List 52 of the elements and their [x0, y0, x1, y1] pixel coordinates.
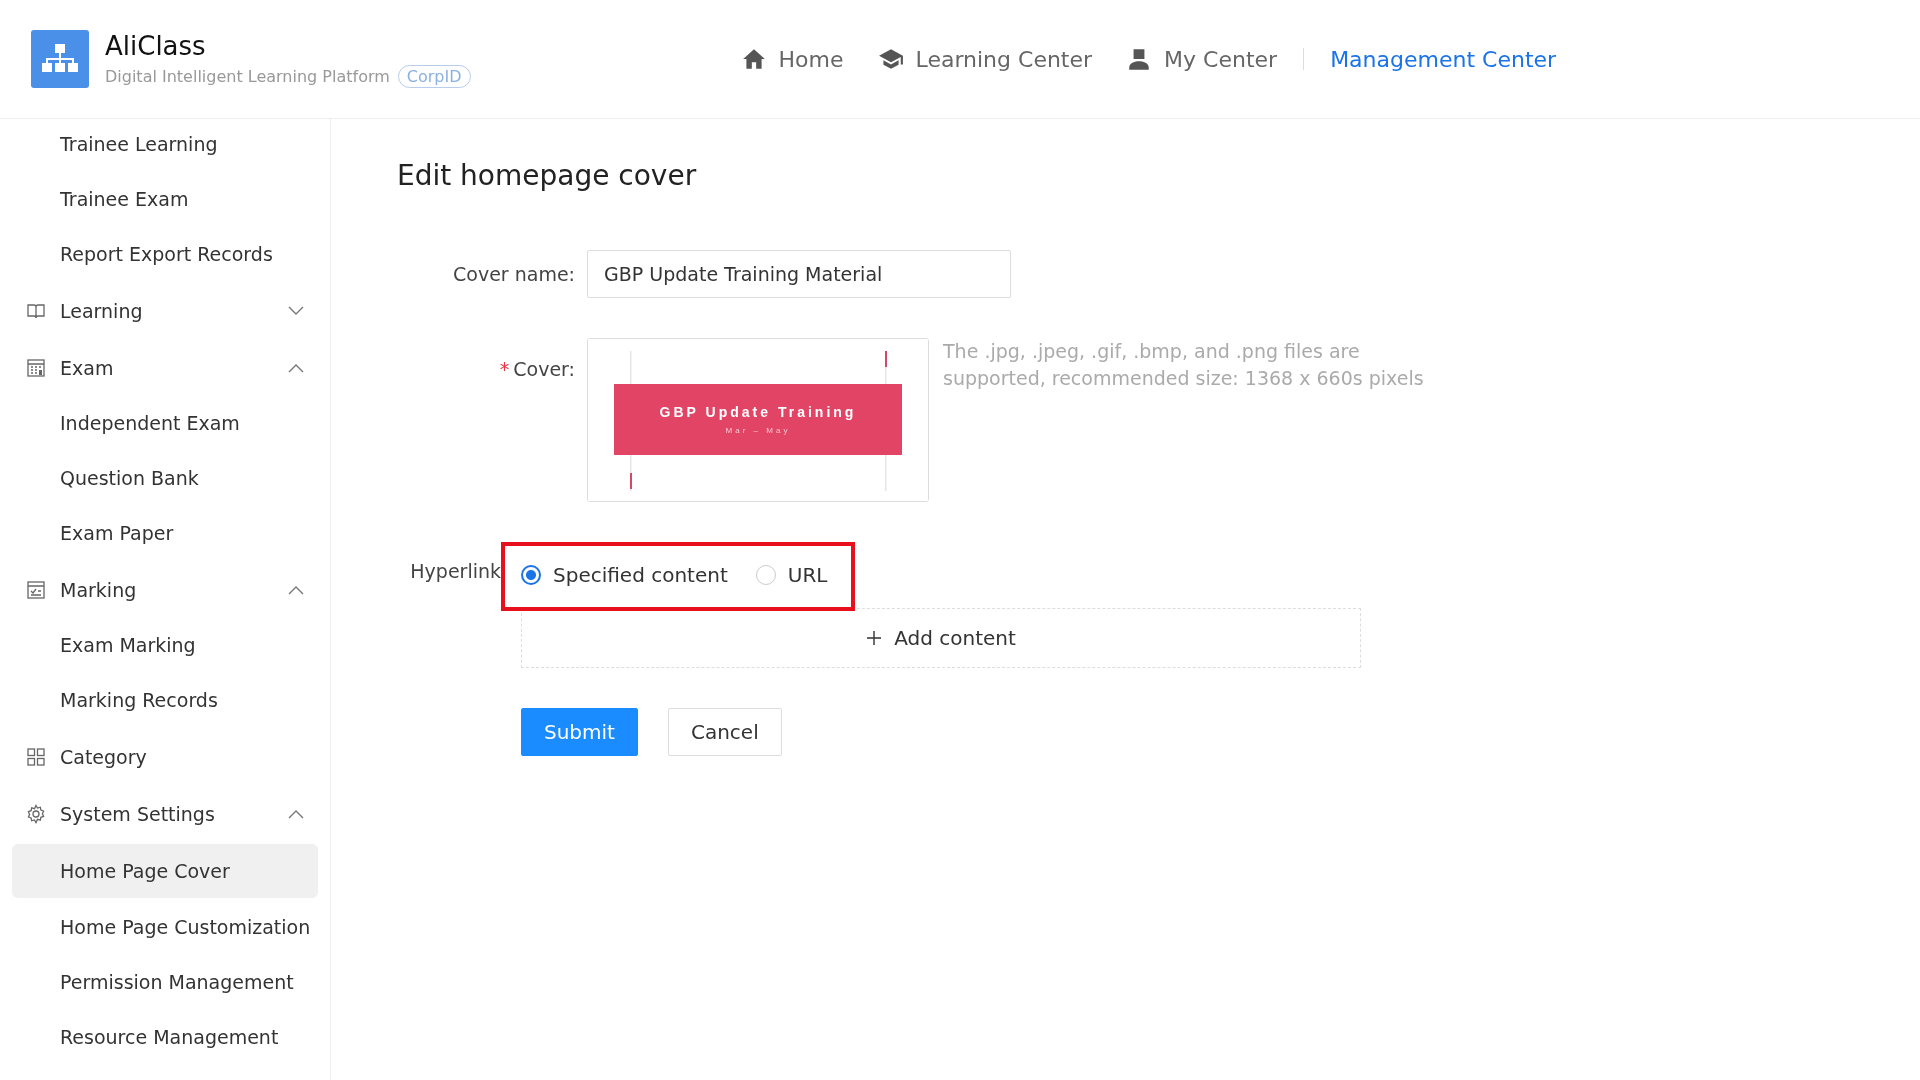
app-name: AliClass [105, 30, 207, 61]
nav-link[interactable]: Management Center [1330, 46, 1557, 72]
group-label: Category [60, 745, 148, 768]
group-label: Marking [60, 578, 138, 601]
sidebar-item[interactable]: Home Page Cover [12, 844, 318, 898]
logo-icon [31, 30, 89, 88]
field-label: * Cover: [498, 357, 576, 380]
sidebar-item[interactable]: Home Page Customization [12, 900, 318, 955]
field-label: Cover name: [452, 263, 576, 285]
sidebar-item[interactable]: Report Export Records [12, 227, 318, 282]
sidebar-item[interactable]: Permission Management [12, 955, 318, 1010]
sidebar-group[interactable]: Marking [12, 561, 318, 618]
sidebar-item[interactable]: Trainee Exam [12, 172, 318, 227]
sidebar-item[interactable]: Exam Paper [12, 506, 318, 561]
chevron-up-icon [288, 362, 304, 373]
upload-hint: The .jpg, .jpeg, .gif, .bmp, and .png files are supported, recommended size: 1368 x 660s pixels [943, 339, 1425, 391]
app-subtitle: Digital Intelligent Learning Platform [105, 66, 390, 86]
radio-option[interactable]: Specified content [521, 563, 728, 587]
sidebar-item[interactable]: Trainee Learning [12, 119, 318, 172]
sidebar-item[interactable]: Exam Marking [12, 618, 318, 673]
field-label: Hyperlink [409, 559, 501, 582]
group-label: Learning [60, 299, 144, 322]
page-title: Edit homepage cover [397, 159, 698, 192]
grid-icon [26, 746, 46, 767]
cover-upload[interactable]: GBP Update Training Mar – May [587, 338, 929, 502]
group-label: System Settings [60, 802, 216, 825]
calendar-icon [26, 357, 46, 378]
chevron-down-icon [288, 305, 304, 316]
nav-link[interactable]: My Center [1126, 46, 1278, 72]
chevron-up-icon [288, 584, 304, 595]
cover-name-field[interactable]: GBP Update Training Material [587, 250, 1011, 298]
cancel-button[interactable]: Cancel [667, 708, 782, 756]
settings-icon [26, 803, 46, 824]
checklist-icon [26, 579, 46, 600]
banner-title: GBP Update Training [659, 404, 857, 420]
sidebar-item[interactable]: Marking Records [12, 673, 318, 728]
nav-link[interactable]: Home [740, 46, 844, 72]
required-mark: * [499, 358, 510, 380]
sidebar-item[interactable]: Resource Management [12, 1010, 318, 1065]
sidebar-group[interactable]: Category [12, 728, 318, 785]
nav-link[interactable]: Learning Center [877, 46, 1093, 72]
chevron-up-icon [288, 808, 304, 819]
sidebar-item[interactable]: Independent Exam [12, 396, 318, 451]
sidebar-group[interactable]: Exam [12, 339, 318, 396]
sidebar-item[interactable]: Question Bank [12, 451, 318, 506]
plus-icon [866, 630, 883, 646]
add-content-button[interactable]: Add content [521, 608, 1361, 668]
radio-option[interactable]: URL [755, 563, 828, 587]
group-label: Exam [60, 356, 115, 379]
banner-subtitle: Mar – May [725, 426, 791, 435]
sidebar-group[interactable]: Learning [12, 282, 318, 339]
sidebar-group[interactable]: System Settings [12, 785, 318, 842]
